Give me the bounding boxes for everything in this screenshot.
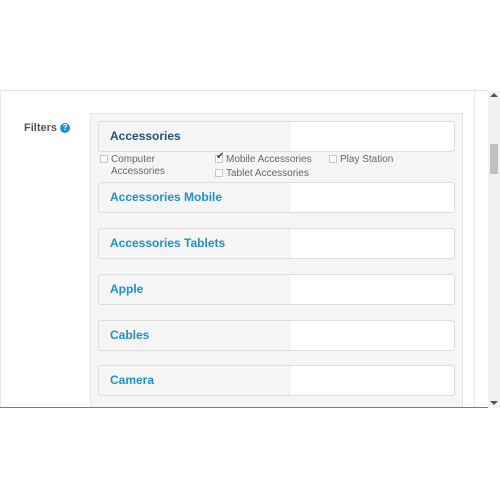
divider bbox=[0, 91, 1, 407]
filter-option-play-station[interactable]: Play Station bbox=[329, 154, 393, 166]
divider bbox=[474, 91, 475, 407]
filter-option-label: Computer Accessories bbox=[111, 154, 165, 177]
filter-group-apple[interactable]: Apple bbox=[98, 274, 455, 305]
checkbox[interactable] bbox=[329, 155, 337, 163]
filter-option-label: Play Station bbox=[340, 154, 394, 165]
checkbox[interactable] bbox=[215, 169, 223, 177]
scrollbar-thumb[interactable] bbox=[490, 144, 498, 174]
filters-label-text: Filters bbox=[24, 122, 58, 134]
filter-group-title[interactable]: Cables bbox=[110, 321, 149, 350]
filter-group-camera[interactable]: Camera bbox=[98, 365, 455, 396]
bottom-border bbox=[0, 407, 488, 408]
filters-label: Filters ? bbox=[24, 122, 71, 134]
filter-group-title[interactable]: Camera bbox=[110, 366, 154, 395]
vertical-scrollbar[interactable] bbox=[488, 91, 500, 408]
filter-option-tablet-accessories[interactable]: Tablet Accessories bbox=[215, 168, 309, 180]
filter-group-title[interactable]: Apple bbox=[110, 275, 143, 304]
filter-option-mobile-accessories[interactable]: Mobile Accessories bbox=[215, 151, 312, 166]
filter-group-accessories-mobile[interactable]: Accessories Mobile bbox=[98, 182, 455, 213]
filter-group-accessories-tablets[interactable]: Accessories Tablets bbox=[98, 228, 455, 259]
filter-option-computer-accessories[interactable]: Computer Accessories bbox=[100, 154, 195, 178]
filter-group-title[interactable]: Accessories Mobile bbox=[110, 183, 222, 212]
filter-group-accessories[interactable]: Accessories bbox=[98, 121, 455, 152]
filter-group-cables[interactable]: Cables bbox=[98, 320, 455, 351]
content-frame: Filters ? Accessories Computer Accessori… bbox=[0, 0, 500, 408]
divider bbox=[0, 90, 488, 91]
checkbox-checked[interactable] bbox=[215, 151, 224, 163]
scroll-up-arrow-icon[interactable] bbox=[490, 93, 498, 97]
filter-option-label: Mobile Accessories bbox=[226, 154, 312, 165]
help-icon[interactable]: ? bbox=[60, 123, 71, 133]
checkbox[interactable] bbox=[100, 155, 108, 163]
filter-group-title[interactable]: Accessories bbox=[110, 122, 181, 151]
filter-option-label: Tablet Accessories bbox=[226, 168, 309, 179]
scroll-down-arrow-icon[interactable] bbox=[490, 401, 498, 405]
filter-group-title[interactable]: Accessories Tablets bbox=[110, 229, 225, 258]
